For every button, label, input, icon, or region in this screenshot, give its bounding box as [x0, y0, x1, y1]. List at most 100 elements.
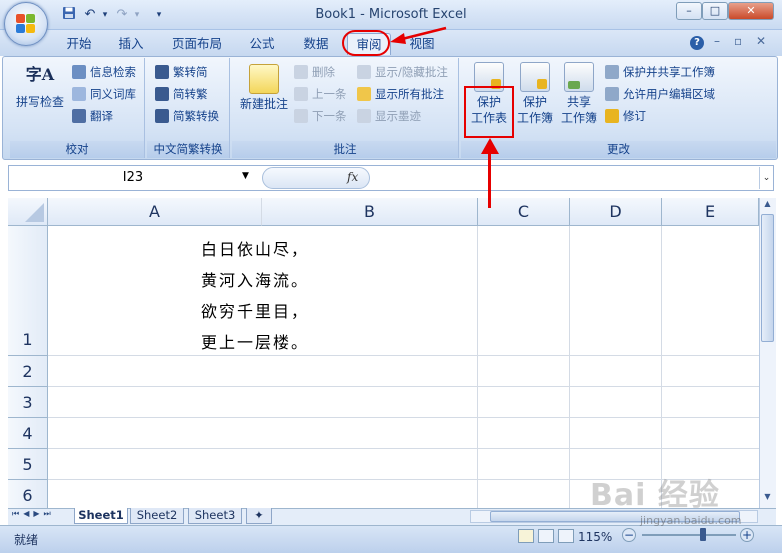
formula-input[interactable]: [372, 166, 755, 190]
gridline: [477, 226, 478, 508]
row-header-5[interactable]: 5: [8, 449, 48, 480]
row-header-2[interactable]: 2: [8, 356, 48, 387]
delete-comment-button[interactable]: 删除: [294, 62, 335, 82]
new-comment-icon: [249, 64, 279, 94]
status-ready: 就绪: [14, 533, 39, 547]
show-all-comments-button[interactable]: 显示所有批注: [357, 84, 444, 104]
page-break-view-icon[interactable]: [558, 529, 574, 543]
trad-to-simp-button[interactable]: 繁转简: [155, 62, 208, 82]
page-layout-view-icon[interactable]: [538, 529, 554, 543]
name-box-dropdown-icon[interactable]: ▼: [242, 171, 249, 181]
trad-to-simp-label: 繁转简: [173, 65, 208, 79]
column-header-c[interactable]: C: [478, 198, 570, 226]
group-chinese-label: 中文简繁转换: [147, 141, 229, 158]
simp-to-trad-button[interactable]: 简转繁: [155, 84, 208, 104]
zoom-out-icon[interactable]: −: [622, 528, 636, 542]
protect-share-workbook-button[interactable]: 保护并共享工作簿: [605, 62, 715, 82]
help-icon[interactable]: ?: [690, 36, 704, 50]
allow-edit-ranges-icon: [605, 87, 619, 101]
normal-view-icon[interactable]: [518, 529, 534, 543]
group-changes-label: 更改: [461, 141, 776, 158]
next-comment-label: 下一条: [312, 109, 347, 123]
show-all-comments-label: 显示所有批注: [375, 87, 444, 101]
zoom-level[interactable]: 115%: [578, 530, 612, 544]
minimize-button[interactable]: –: [676, 2, 702, 20]
next-comment-button[interactable]: 下一条: [294, 106, 347, 126]
tab-insert[interactable]: 插入: [110, 33, 152, 55]
show-hide-comment-icon: [357, 65, 371, 79]
thesaurus-label: 同义词库: [90, 87, 136, 101]
sheet-nav-icons[interactable]: ⏮◀▶⏭: [12, 509, 72, 519]
zoom-slider[interactable]: [642, 534, 736, 536]
sheet-tab-sheet3[interactable]: Sheet3: [188, 508, 242, 524]
column-header-e[interactable]: E: [662, 198, 759, 226]
close-button[interactable]: ✕: [728, 2, 774, 20]
insert-sheet-icon[interactable]: ✦: [246, 508, 272, 524]
show-ink-button[interactable]: 显示墨迹: [357, 106, 421, 126]
column-header-b[interactable]: B: [262, 198, 478, 226]
gridline: [48, 417, 759, 418]
select-all-corner[interactable]: [8, 198, 48, 226]
office-logo-icon: [16, 14, 36, 34]
ribbon-minimize-icon[interactable]: –: [714, 34, 728, 48]
trad-to-simp-icon: [155, 65, 169, 79]
row-header-4[interactable]: 4: [8, 418, 48, 449]
next-comment-icon: [294, 109, 308, 123]
column-header-a[interactable]: A: [48, 198, 262, 226]
ribbon-close-icon[interactable]: ✕: [756, 34, 770, 48]
vertical-scroll-thumb[interactable]: [761, 214, 774, 342]
tab-page-layout[interactable]: 页面布局: [164, 33, 230, 55]
allow-edit-ranges-button[interactable]: 允许用户编辑区域: [605, 84, 715, 104]
scroll-down-icon[interactable]: ▼: [760, 492, 775, 506]
chinese-convert-icon: [155, 109, 169, 123]
translate-button[interactable]: 翻译: [72, 106, 113, 126]
sheet-tab-sheet1[interactable]: Sheet1: [74, 508, 128, 524]
gridline: [569, 226, 570, 508]
status-bar: [0, 525, 782, 553]
research-button[interactable]: 信息检索: [72, 62, 136, 82]
protect-workbook-label-2: 工作簿: [516, 111, 553, 125]
cell-a1-line: 更上一层楼。: [201, 333, 310, 352]
row-header-3[interactable]: 3: [8, 387, 48, 418]
share-workbook-label-1: 共享: [566, 95, 591, 109]
protect-share-icon: [605, 65, 619, 79]
annotation-box-protect-sheet: [464, 86, 514, 138]
thesaurus-button[interactable]: 同义词库: [72, 84, 136, 104]
ribbon-restore-icon[interactable]: ▫: [734, 34, 748, 48]
office-button[interactable]: [4, 2, 48, 46]
tab-data[interactable]: 数据: [294, 33, 338, 55]
maximize-button[interactable]: □: [702, 2, 728, 20]
track-changes-button[interactable]: 修订: [605, 106, 646, 126]
share-workbook-button[interactable]: 共享 工作簿: [558, 62, 600, 126]
new-comment-button[interactable]: 新建批注: [236, 64, 292, 112]
spell-check-icon: 字A: [25, 65, 55, 84]
column-header-d[interactable]: D: [570, 198, 662, 226]
spell-check-button[interactable]: 字A 拼写检查: [14, 62, 66, 110]
gridline: [48, 386, 759, 387]
research-icon: [72, 65, 86, 79]
protect-workbook-label-1: 保护: [522, 95, 547, 109]
prev-comment-button[interactable]: 上一条: [294, 84, 347, 104]
zoom-slider-thumb[interactable]: [700, 528, 706, 541]
row-header-1[interactable]: 1: [8, 226, 48, 356]
show-hide-comment-button[interactable]: 显示/隐藏批注: [357, 62, 448, 82]
sheet-tab-sheet2[interactable]: Sheet2: [130, 508, 184, 524]
cell-a1-line: 欲穷千里目，: [201, 302, 310, 321]
allow-edit-ranges-label: 允许用户编辑区域: [623, 87, 715, 101]
insert-function-icon[interactable]: fx: [347, 170, 358, 184]
tab-home[interactable]: 开始: [58, 33, 100, 55]
window-title: Book1 - Microsoft Excel: [315, 7, 467, 22]
annotation-arrow-shaft: [488, 150, 491, 208]
annotation-arrow-to-review-icon: [390, 26, 447, 44]
scroll-up-icon[interactable]: ▲: [760, 199, 775, 213]
worksheet-grid[interactable]: [8, 198, 759, 508]
protect-workbook-button[interactable]: 保护 工作簿: [513, 62, 557, 126]
chinese-convert-button[interactable]: 简繁转换: [155, 106, 219, 126]
zoom-in-icon[interactable]: +: [740, 528, 754, 542]
name-box[interactable]: I23: [9, 166, 257, 190]
prev-comment-label: 上一条: [312, 87, 347, 101]
expand-formula-bar-icon[interactable]: ⌄: [759, 167, 773, 189]
row-header-6[interactable]: 6: [8, 480, 48, 508]
tab-formulas[interactable]: 公式: [240, 33, 284, 55]
cell-a1-line: 黄河入海流。: [201, 271, 310, 290]
